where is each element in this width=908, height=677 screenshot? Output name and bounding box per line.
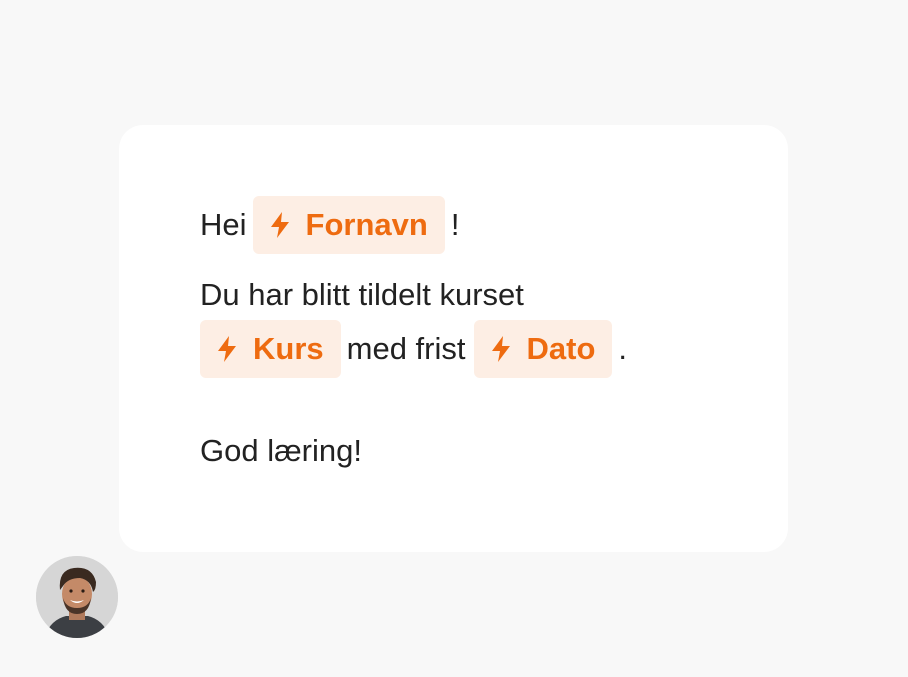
- deadline-text: med frist: [346, 331, 466, 366]
- closing-line: God læring!: [200, 431, 760, 471]
- first-name-chip-label: Fornavn: [305, 207, 428, 242]
- greeting-line: Hei Fornavn !: [200, 195, 760, 255]
- assigned-line: Du har blitt tildelt kurset: [200, 275, 760, 315]
- lightning-bolt-icon: [270, 212, 289, 238]
- course-line: Kurs med frist Dato .: [200, 319, 760, 379]
- message-bubble: Hei Fornavn ! Du har blitt tildelt kurse…: [119, 125, 788, 552]
- closing-text: God læring!: [200, 433, 362, 468]
- exclamation-text: !: [450, 207, 460, 242]
- message-content: Hei Fornavn ! Du har blitt tildelt kurse…: [200, 195, 760, 471]
- greeting-text: Hei: [200, 207, 247, 242]
- first-name-variable-chip[interactable]: Fornavn: [252, 196, 445, 254]
- date-chip-label: Dato: [526, 331, 596, 366]
- avatar-portrait: [36, 556, 118, 638]
- lightning-bolt-icon: [218, 336, 236, 362]
- course-chip-label: Kurs: [253, 331, 324, 366]
- chat-view: Hei Fornavn ! Du har blitt tildelt kurse…: [0, 0, 908, 677]
- user-avatar[interactable]: [36, 556, 118, 638]
- lightning-bolt-icon: [491, 336, 510, 362]
- date-variable-chip[interactable]: Dato: [473, 320, 613, 378]
- period-text: .: [618, 331, 628, 366]
- assigned-text: Du har blitt tildelt kurset: [200, 277, 524, 312]
- course-variable-chip[interactable]: Kurs: [200, 320, 341, 378]
